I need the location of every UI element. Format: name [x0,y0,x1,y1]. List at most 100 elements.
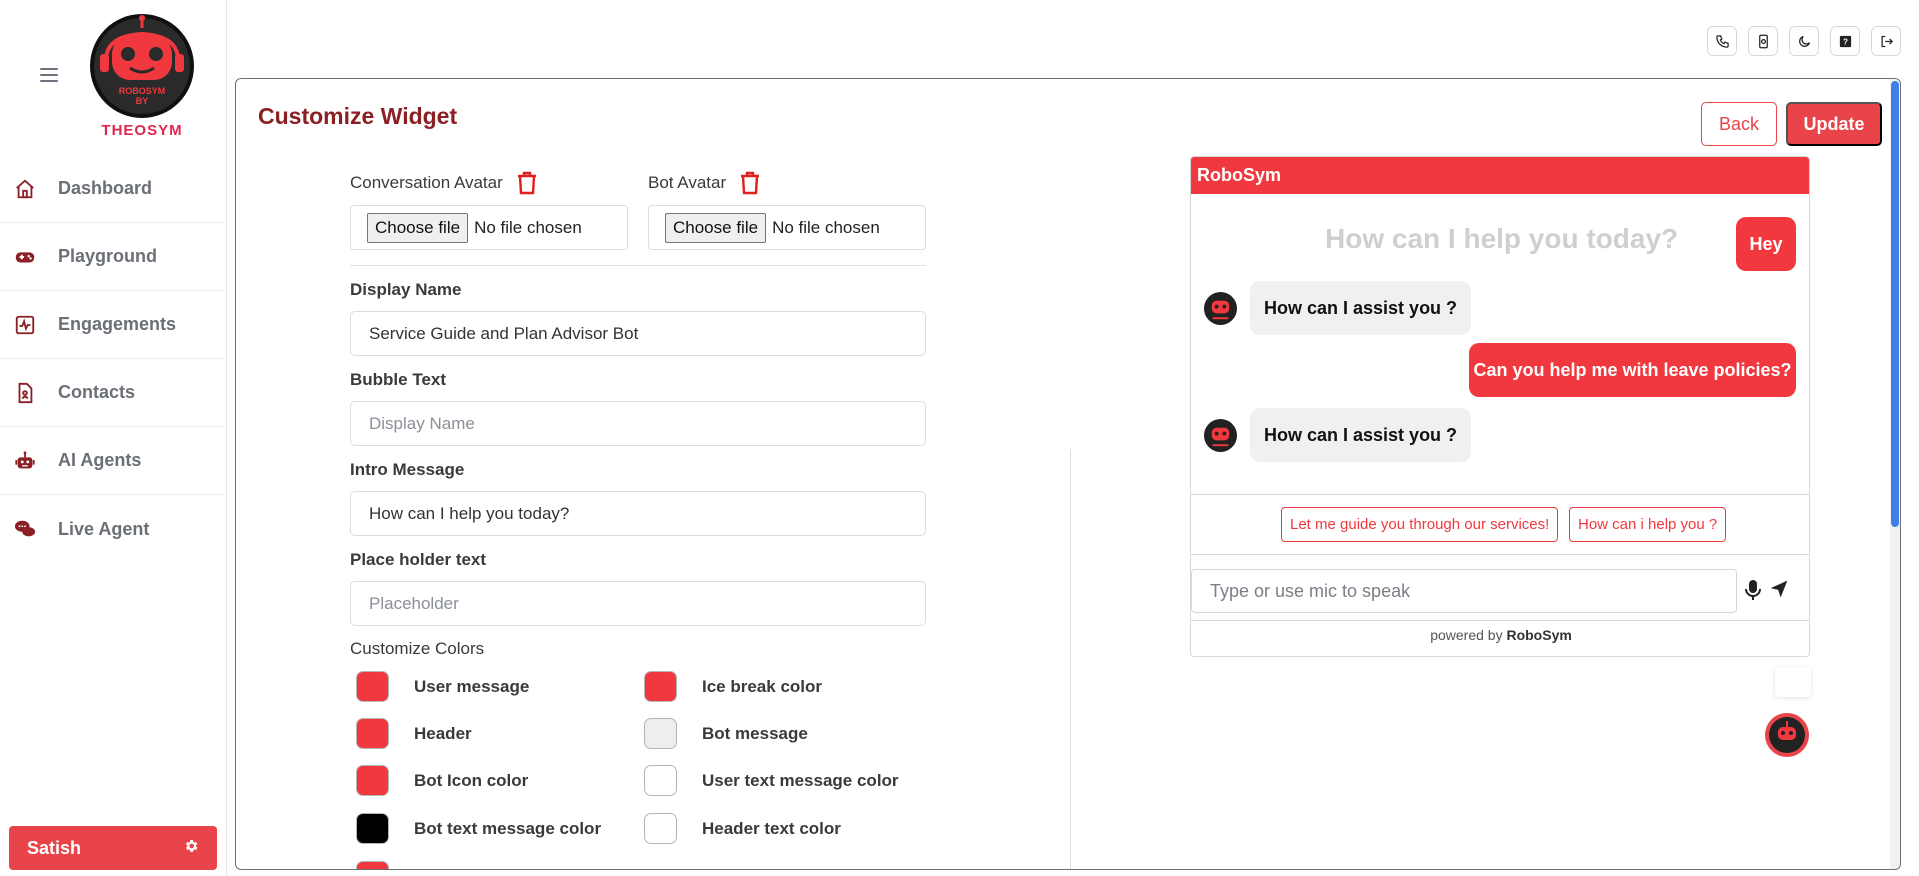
send-icon[interactable] [1769,579,1789,604]
delete-bot-avatar-icon[interactable] [740,171,760,195]
color-label: Bot Icon color [414,770,529,790]
preview-header: RoboSym [1191,157,1809,194]
column-divider [1070,449,1071,869]
file-status: No file chosen [474,217,582,237]
bubble-text-input[interactable]: Display Name [350,401,926,446]
bot-message-row: How can I assist you ? [1203,281,1472,335]
preview-message-input[interactable]: Type or use mic to speak [1191,569,1737,613]
choose-file-button[interactable]: Choose file [367,212,469,243]
color-header-text[interactable]: Header text color [644,813,841,844]
logout-icon[interactable] [1871,26,1901,56]
sidebar-item-label: Live Agent [58,518,150,539]
app-root: ROBOSYM BY THEOSYM Dashboard Playground [0,0,1919,876]
ice-breaker-chip[interactable]: Let me guide you through our services! [1281,507,1559,542]
file-status: No file chosen [772,217,880,237]
color-user-message[interactable]: User message [356,671,529,702]
sidebar-item-label: Contacts [58,382,136,402]
color-swatch[interactable] [356,765,389,796]
logo-text-by: BY [136,96,149,106]
sidebar-item-label: Engagements [58,314,177,334]
color-label: Bot text message color [414,818,602,838]
sidebar-item-engagements[interactable]: Engagements [0,291,226,359]
gear-icon[interactable] [183,838,199,859]
preview-divider [1191,494,1809,495]
color-ice-break[interactable]: Ice break color [644,671,822,702]
color-swatch[interactable] [356,813,389,844]
bot-message-bubble: How can I assist you ? [1250,281,1472,335]
logo-text-robosym: ROBOSYM [119,86,166,96]
powered-by: powered by RoboSym [1191,627,1809,643]
color-swatch[interactable] [644,718,677,749]
sidebar-item-label: Dashboard [58,178,153,198]
bot-message-row: How can I assist you ? [1203,408,1472,462]
customize-colors-label: Customize Colors [350,639,485,658]
color-bot-text-message[interactable]: Bot text message color [356,813,601,844]
color-bot-icon[interactable]: Bot Icon color [356,765,528,796]
back-button[interactable]: Back [1701,102,1777,146]
chat-widget-preview: RoboSym How can I help you today? Hey Ho… [1190,156,1810,657]
sidebar-item-contacts[interactable]: Contacts [0,359,226,427]
color-header[interactable]: Header [356,718,472,749]
choose-file-button[interactable]: Choose file [665,212,767,243]
sidebar-item-ai-agents[interactable]: AI Agents [0,427,226,495]
scrollbar-track[interactable] [1890,79,1900,869]
display-name-input[interactable]: Service Guide and Plan Advisor Bot [350,311,926,356]
chat-bubbles-icon [14,518,36,540]
color-swatch-partial[interactable] [356,861,389,869]
color-label: Header [414,723,472,743]
user-profile-button[interactable]: Satish [9,826,217,870]
placeholder-text-input[interactable]: Placeholder [350,581,926,626]
preview-intro-text: How can I help you today? [1325,223,1679,254]
color-swatch[interactable] [356,671,389,702]
robosym-logo: ROBOSYM BY THEOSYM [90,14,194,138]
color-swatch[interactable] [644,813,677,844]
bot-avatar-icon [1203,291,1238,325]
logo-text-theosym: THEOSYM [101,122,182,138]
conversation-avatar-label: Conversation Avatar [350,173,503,192]
update-button[interactable]: Update [1786,102,1882,146]
contact-file-icon [14,382,36,404]
phone-settings-icon[interactable] [1748,26,1778,56]
color-swatch[interactable] [356,718,389,749]
delete-conversation-avatar-icon[interactable] [517,171,537,195]
scrollbar-thumb[interactable] [1891,81,1899,527]
color-label: Ice break color [702,676,823,696]
user-message-bubble: Can you help me with leave policies? [1469,343,1796,397]
bubble-text-label: Bubble Text [350,370,447,389]
page-title: Customize Widget [258,103,458,129]
color-label: Header text color [702,818,841,838]
avatar-divider [350,265,926,266]
conversation-avatar-group: Conversation Avatar Choose file No file … [350,171,628,250]
color-swatch[interactable] [356,861,389,869]
bot-message-bubble: How can I assist you ? [1250,408,1472,462]
robot-icon [14,450,36,472]
home-icon [14,178,36,200]
microphone-icon[interactable] [1745,579,1761,606]
color-swatch[interactable] [644,765,677,796]
widget-tooltip-box [1775,667,1811,697]
menu-toggle-icon[interactable] [40,68,58,82]
preview-divider [1191,620,1809,621]
moon-icon[interactable] [1789,26,1819,56]
bot-avatar-file-input[interactable]: Choose file No file chosen [648,205,926,250]
intro-message-input[interactable]: How can I help you today? [350,491,926,536]
powered-prefix: powered by [1430,627,1503,643]
color-bot-message[interactable]: Bot message [644,718,808,749]
sidebar-item-label: AI Agents [58,450,142,470]
ice-breaker-chip[interactable]: How can i help you ? [1569,507,1727,542]
phone-icon[interactable] [1707,26,1737,56]
bot-avatar-label: Bot Avatar [648,173,727,192]
color-label: User message [414,676,530,696]
conversation-avatar-file-input[interactable]: Choose file No file chosen [350,205,628,250]
display-name-label: Display Name [350,280,462,299]
color-label: Bot message [702,723,808,743]
help-icon[interactable]: ? [1830,26,1860,56]
color-swatch[interactable] [644,671,677,702]
sidebar-item-live-agent[interactable]: Live Agent [0,495,226,563]
widget-launcher-icon[interactable] [1764,712,1810,758]
sidebar-item-label: Playground [58,246,158,266]
activity-icon [14,314,36,336]
sidebar-item-dashboard[interactable]: Dashboard [0,155,226,223]
sidebar-item-playground[interactable]: Playground [0,223,226,291]
color-user-text-message[interactable]: User text message color [644,765,899,796]
